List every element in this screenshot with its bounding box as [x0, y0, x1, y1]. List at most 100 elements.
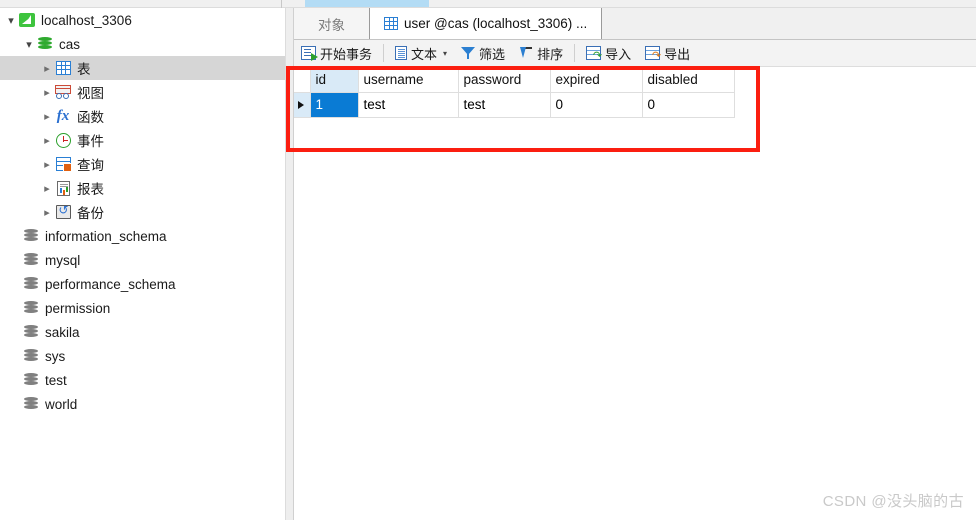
tree-node-views-label: 视图 — [77, 86, 104, 101]
grid-toolbar: 开始事务 文本 ▾ 筛选 排序 ↷ 导入 ↷ 导出 — [294, 40, 976, 67]
filter-button[interactable]: 筛选 — [454, 41, 512, 65]
tree-node-database-performance_schema[interactable]: performance_schema — [0, 272, 285, 296]
view-icon — [54, 83, 72, 101]
begin-transaction-label: 开始事务 — [320, 46, 373, 62]
main-content-pane: 对象 user @cas (localhost_3306) ... 开始事务 文… — [294, 8, 976, 520]
tree-node-events-label: 事件 — [77, 134, 104, 149]
tab-objects-label: 对象 — [318, 17, 345, 33]
tree-node-reports[interactable]: ▸ 报表 — [0, 176, 285, 200]
cell-disabled[interactable]: 0 — [642, 92, 735, 118]
tree-node-database-sakila[interactable]: sakila — [0, 320, 285, 344]
import-button[interactable]: ↷ 导入 — [579, 41, 638, 65]
grid-header-expired[interactable]: expired — [550, 67, 643, 93]
tree-node-backups[interactable]: ▸ 备份 — [0, 200, 285, 224]
tab-user-table[interactable]: user @cas (localhost_3306) ... — [370, 8, 603, 39]
backup-icon — [54, 203, 72, 221]
grid-header-id[interactable]: id — [310, 67, 359, 93]
tree-node-queries[interactable]: ▸ 查询 — [0, 152, 285, 176]
tree-node-database-cas[interactable]: ▾ cas — [0, 32, 285, 56]
csdn-watermark: CSDN @没头脑的古 — [822, 493, 964, 510]
tab-objects[interactable]: 对象 — [294, 8, 370, 39]
filter-funnel-icon — [461, 46, 476, 60]
tree-node-database-label: mysql — [45, 252, 81, 268]
tab-bar: 对象 user @cas (localhost_3306) ... — [294, 8, 976, 40]
cell-id[interactable]: 1 — [310, 92, 359, 118]
grid-header-row: id username password expired disabled — [294, 67, 735, 93]
top-strip-active-chip — [305, 0, 429, 7]
export-button[interactable]: ↷ 导出 — [638, 41, 697, 65]
chevron-right-icon[interactable]: ▸ — [40, 200, 54, 224]
row-indicator-cell[interactable] — [294, 92, 311, 118]
grid-header-disabled[interactable]: disabled — [642, 67, 735, 93]
table-row[interactable]: 1 test test 0 0 — [294, 92, 735, 118]
tree-node-functions[interactable]: ▸ fx 函数 — [0, 104, 285, 128]
report-icon — [54, 179, 72, 197]
tree-node-database-label: performance_schema — [45, 276, 176, 292]
tree-node-database-label: sakila — [45, 324, 80, 340]
database-icon — [22, 395, 40, 413]
database-icon — [22, 347, 40, 365]
tree-node-database-label: cas — [59, 36, 81, 52]
row-indicator-header — [294, 67, 311, 93]
grid-header-password[interactable]: password — [458, 67, 551, 93]
cell-password[interactable]: test — [458, 92, 551, 118]
database-icon — [22, 251, 40, 269]
tree-node-database-label: information_schema — [45, 228, 167, 244]
tree-node-database-test[interactable]: test — [0, 368, 285, 392]
sidebar-splitter[interactable] — [285, 8, 294, 520]
chevron-down-icon[interactable]: ▾ — [443, 49, 447, 58]
top-strip-separator — [281, 0, 282, 8]
object-tree-sidebar[interactable]: ▾ localhost_3306 ▾ cas ▸ 表 ▸ 视图 ▸ fx 函数 … — [0, 8, 285, 520]
cell-username[interactable]: test — [358, 92, 459, 118]
tab-user-table-label: user @cas (localhost_3306) ... — [404, 16, 588, 31]
cell-expired[interactable]: 0 — [550, 92, 643, 118]
export-label: 导出 — [664, 46, 691, 62]
tree-node-database-world[interactable]: world — [0, 392, 285, 416]
data-grid[interactable]: id username password expired disabled 1 … — [294, 67, 735, 118]
chevron-right-icon[interactable]: ▸ — [40, 104, 54, 128]
transaction-icon — [301, 46, 318, 61]
chevron-down-icon[interactable]: ▾ — [4, 8, 18, 32]
import-label: 导入 — [605, 46, 632, 62]
database-icon — [36, 35, 54, 53]
sort-icon — [519, 46, 533, 60]
text-button[interactable]: 文本 ▾ — [388, 41, 454, 65]
export-icon: ↷ — [645, 46, 661, 61]
mysql-dolphin-icon — [18, 11, 36, 29]
toolbar-separator — [574, 44, 576, 62]
chevron-right-icon[interactable]: ▸ — [40, 128, 54, 152]
text-label: 文本 — [411, 46, 438, 62]
filter-label: 筛选 — [479, 46, 506, 62]
tree-node-views[interactable]: ▸ 视图 — [0, 80, 285, 104]
chevron-down-icon[interactable]: ▾ — [22, 32, 36, 56]
database-icon — [22, 371, 40, 389]
tree-node-queries-label: 查询 — [77, 158, 104, 173]
chevron-right-icon[interactable]: ▸ — [40, 152, 54, 176]
tree-node-connection-label: localhost_3306 — [41, 12, 132, 28]
database-icon — [22, 275, 40, 293]
tree-node-events[interactable]: ▸ 事件 — [0, 128, 285, 152]
tab-bar-filler — [602, 8, 976, 39]
tree-node-connection[interactable]: ▾ localhost_3306 — [0, 8, 285, 32]
tree-node-tables-label: 表 — [77, 62, 91, 77]
chevron-right-icon[interactable]: ▸ — [40, 176, 54, 200]
begin-transaction-button[interactable]: 开始事务 — [294, 41, 379, 65]
tree-node-database-sys[interactable]: sys — [0, 344, 285, 368]
sort-label: 排序 — [537, 46, 564, 62]
tree-node-database-mysql[interactable]: mysql — [0, 248, 285, 272]
tree-node-reports-label: 报表 — [77, 182, 104, 197]
chevron-right-icon[interactable]: ▸ — [40, 80, 54, 104]
database-icon — [22, 323, 40, 341]
database-icon — [22, 299, 40, 317]
tree-node-database-permission[interactable]: permission — [0, 296, 285, 320]
grid-header-username[interactable]: username — [358, 67, 459, 93]
database-icon — [22, 227, 40, 245]
chevron-right-icon[interactable]: ▸ — [40, 56, 54, 80]
window-top-strip — [0, 0, 976, 8]
sort-button[interactable]: 排序 — [512, 41, 570, 65]
tree-node-tables[interactable]: ▸ 表 — [0, 56, 285, 80]
data-grid-container[interactable]: id username password expired disabled 1 … — [294, 67, 976, 118]
event-clock-icon — [54, 131, 72, 149]
query-icon — [54, 155, 72, 173]
tree-node-database-information_schema[interactable]: information_schema — [0, 224, 285, 248]
